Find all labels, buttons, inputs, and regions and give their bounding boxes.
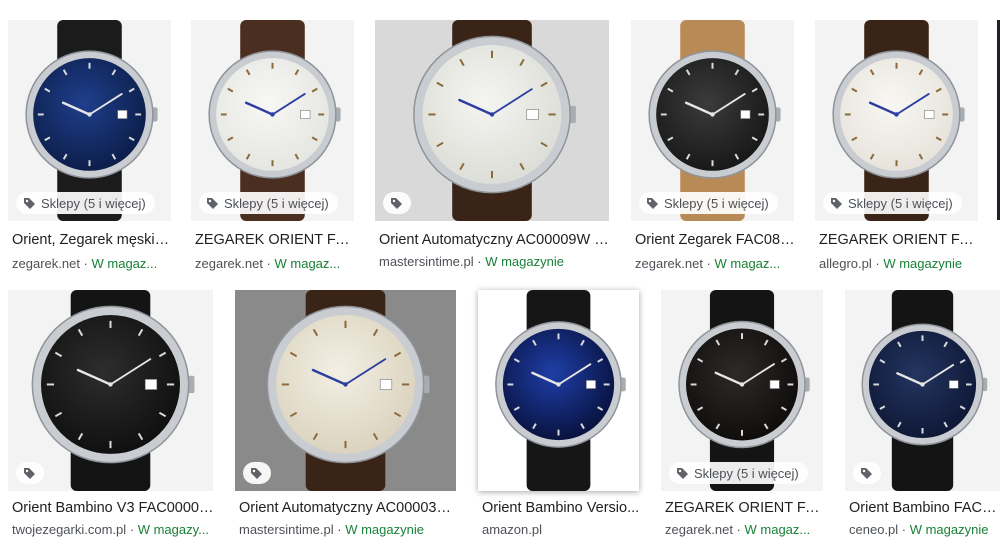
result-title[interactable]: Orient Bambino FAC00... <box>849 500 1000 516</box>
badge-label: Sklepy (5 i więcej) <box>41 195 146 211</box>
result-title[interactable]: ZEGAREK ORIENT FAC... <box>195 232 355 248</box>
result-card[interactable]: Sklepy (5 i więcej) Orient Zegarek FAC08… <box>631 20 795 276</box>
result-thumbnail[interactable]: Sklepy (5 i więcej) <box>191 20 354 221</box>
result-source[interactable]: mastersintime.pl · W magazynie <box>379 254 609 269</box>
watch-image <box>8 290 213 491</box>
tag-icon <box>23 467 36 480</box>
stores-badge[interactable]: Sklepy (5 i więcej) <box>823 192 962 214</box>
badge-label: Sklepy (5 i więcej) <box>664 195 769 211</box>
result-card[interactable]: Sklepy (5 i więcej) ZEGAREK ORIENT FAC..… <box>661 290 824 546</box>
stores-badge[interactable] <box>383 192 411 214</box>
result-thumbnail[interactable]: Sklepy (5 i więcej) <box>815 20 978 221</box>
result-thumbnail[interactable] <box>845 290 1000 491</box>
result-card[interactable]: Orient Bambino V3 FAC0000D... twojezegar… <box>8 290 214 546</box>
stock-status: W magaz... <box>91 256 158 271</box>
watch-image <box>375 20 609 221</box>
stock-status: W magazy... <box>137 522 209 537</box>
result-title[interactable]: Orient Zegarek FAC080... <box>635 232 795 248</box>
tag-icon <box>646 197 659 210</box>
result-source[interactable]: mastersintime.pl · W magazynie <box>239 522 457 537</box>
stores-badge[interactable]: Sklepy (5 i więcej) <box>669 462 808 484</box>
result-title[interactable]: Orient Automatyczny AC00009W B... <box>379 232 609 248</box>
result-source[interactable]: twojezegarki.com.pl · W magazy... <box>12 522 214 537</box>
result-source[interactable]: zegarek.net · W magaz... <box>195 256 355 271</box>
stock-status: W magazynie <box>345 522 424 537</box>
tag-icon <box>830 197 843 210</box>
result-source[interactable]: zegarek.net · W magaz... <box>665 522 824 537</box>
result-title[interactable]: Orient Bambino V3 FAC0000D... <box>12 500 214 516</box>
result-thumbnail[interactable]: Sklepy (5 i więcej) <box>631 20 794 221</box>
watch-image <box>845 290 1000 491</box>
tag-icon <box>250 467 263 480</box>
stores-badge[interactable] <box>853 462 881 484</box>
result-thumbnail[interactable]: Sklepy (5 i więcej) <box>661 290 823 491</box>
result-source[interactable]: ceneo.pl · W magazynie <box>849 522 1000 537</box>
watch-image <box>235 290 456 491</box>
badge-label: Sklepy (5 i więcej) <box>848 195 953 211</box>
result-title[interactable]: Orient, Zegarek męski, ... <box>12 232 172 248</box>
badge-label: Sklepy (5 i więcej) <box>694 465 799 481</box>
stores-badge[interactable]: Sklepy (5 i więcej) <box>199 192 338 214</box>
result-source[interactable]: allegro.pl · W magazynie <box>819 256 979 271</box>
stock-status: W magazynie <box>485 254 564 269</box>
result-card[interactable]: Orient Bambino FAC00... ceneo.pl · W mag… <box>845 290 1000 546</box>
watch-image <box>8 20 171 221</box>
stock-status: W magazynie <box>909 522 989 537</box>
watch-image <box>478 290 639 491</box>
watch-image <box>661 290 823 491</box>
result-source[interactable]: zegarek.net · W magaz... <box>635 256 795 271</box>
result-thumbnail[interactable] <box>235 290 456 491</box>
tag-icon <box>390 197 403 210</box>
watch-image <box>815 20 978 221</box>
result-card[interactable]: Sklepy (5 i więcej) ZEGAREK ORIENT FAC..… <box>815 20 979 276</box>
result-card[interactable]: Orient Bambino Versio... amazon.pl <box>478 290 639 546</box>
result-card[interactable]: Orient Automatyczny AC00009W B... master… <box>375 20 609 276</box>
result-title[interactable]: ZEGAREK ORIENT FAC... <box>665 500 824 516</box>
watch-image <box>631 20 794 221</box>
stores-badge[interactable]: Sklepy (5 i więcej) <box>639 192 778 214</box>
result-source[interactable]: amazon.pl <box>482 522 640 537</box>
result-title[interactable]: Orient Bambino Versio... <box>482 500 640 516</box>
tag-icon <box>206 197 219 210</box>
result-card[interactable]: Orient Automatyczny AC00003W... mastersi… <box>235 290 457 546</box>
stock-status: W magaz... <box>274 256 341 271</box>
result-card[interactable]: Sklepy (5 i więcej) Orient, Zegarek męsk… <box>8 20 172 276</box>
stores-badge[interactable]: Sklepy (5 i więcej) <box>16 192 155 214</box>
tag-icon <box>860 467 873 480</box>
result-thumbnail[interactable] <box>478 290 639 491</box>
result-title[interactable]: Orient Automatyczny AC00003W... <box>239 500 457 516</box>
result-card[interactable]: Sklepy (5 i więcej) ZEGAREK ORIENT FAC..… <box>191 20 355 276</box>
result-thumbnail[interactable] <box>8 290 213 491</box>
result-thumbnail[interactable] <box>375 20 609 221</box>
stock-status: W magazynie <box>883 256 963 271</box>
stores-badge[interactable] <box>16 462 44 484</box>
watch-image <box>191 20 354 221</box>
result-thumbnail[interactable]: Sklepy (5 i więcej) <box>8 20 171 221</box>
stores-badge[interactable] <box>243 462 271 484</box>
result-source[interactable]: zegarek.net · W magaz... <box>12 256 172 271</box>
tag-icon <box>23 197 36 210</box>
stock-status: W magaz... <box>744 522 811 537</box>
badge-label: Sklepy (5 i więcej) <box>224 195 329 211</box>
stock-status: W magaz... <box>714 256 781 271</box>
tag-icon <box>676 467 689 480</box>
result-title[interactable]: ZEGAREK ORIENT FAC... <box>819 232 979 248</box>
